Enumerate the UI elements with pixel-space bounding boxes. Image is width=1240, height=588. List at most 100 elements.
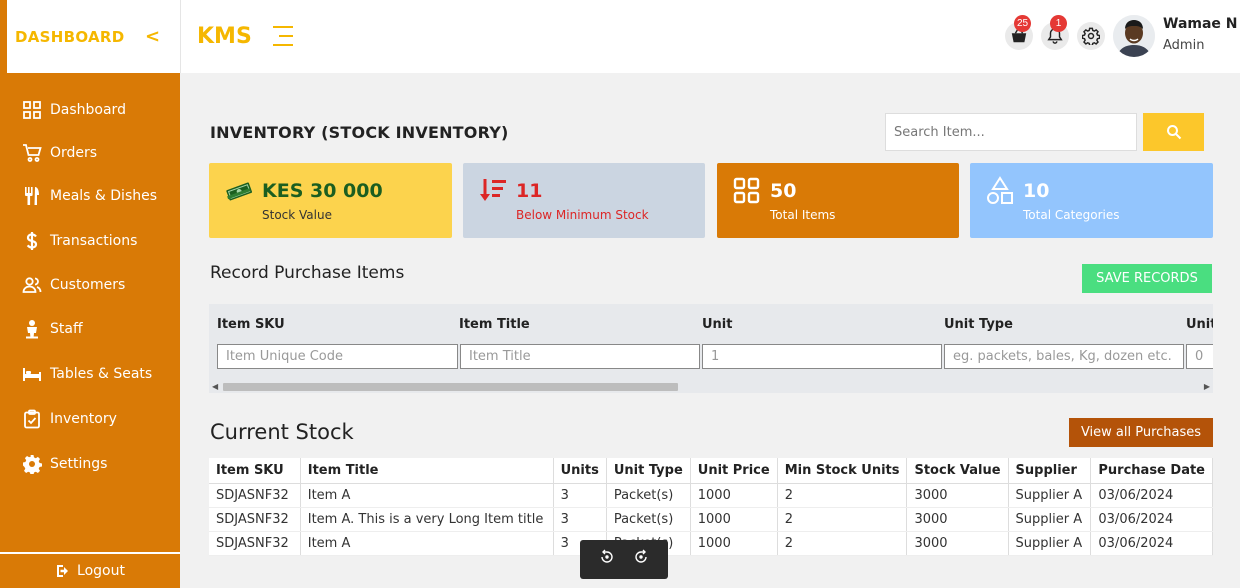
search-icon [1166, 125, 1181, 140]
horizontal-scrollbar[interactable]: ◀ ▶ [209, 380, 1213, 393]
table-header-row: Item SKU Item Title Units Unit Type Unit… [209, 458, 1213, 484]
unit-price-input[interactable] [1186, 344, 1213, 369]
record-purchase-title: Record Purchase Items [210, 263, 405, 283]
scrollbar-thumb[interactable] [223, 383, 678, 391]
search-button[interactable] [1143, 113, 1204, 151]
total-categories-value: 10 [1023, 180, 1050, 202]
cell-units: 3 [553, 507, 607, 532]
cell-sku: SDJASNF32 [209, 483, 301, 508]
users-icon [21, 274, 43, 296]
unit-type-input[interactable] [944, 344, 1184, 369]
grid-icon [733, 177, 760, 204]
below-min-stock-value: 11 [516, 180, 543, 202]
table-row[interactable]: SDJASNF32 Item A 3 Packet(s) 1000 2 3000… [209, 483, 1213, 508]
notifications-badge: 1 [1050, 15, 1067, 32]
user-role: Admin [1163, 38, 1205, 53]
shapes-icon [987, 176, 1013, 204]
column-header[interactable]: Item SKU [209, 458, 301, 484]
cell-unit-type: Packet(s) [606, 483, 691, 508]
cell-min-stock: 2 [777, 483, 908, 508]
sidebar-item-inventory[interactable]: Inventory [0, 404, 180, 434]
field-header-unit-price: Unit [1186, 317, 1213, 332]
dollar-icon [21, 230, 43, 252]
sidebar-item-orders[interactable]: Orders [0, 138, 180, 168]
total-items-card: 50 Total Items [717, 163, 959, 238]
scroll-left-icon[interactable]: ◀ [212, 382, 218, 391]
table-row[interactable]: SDJASNF32 Item A. This is a very Long It… [209, 507, 1213, 532]
sidebar-item-transactions[interactable]: Transactions [0, 226, 180, 256]
sidebar-item-staff[interactable]: Staff [0, 314, 180, 344]
column-header[interactable]: Min Stock Units [777, 458, 908, 484]
utensils-icon [21, 185, 43, 207]
sidebar-item-dashboard[interactable]: Dashboard [0, 95, 180, 125]
cell-unit-price: 1000 [690, 507, 778, 532]
search-input[interactable] [885, 113, 1137, 151]
rotate-left-button[interactable] [599, 549, 615, 570]
field-header-unit-type: Unit Type [944, 317, 1013, 332]
cell-stock-value: 3000 [906, 507, 1009, 532]
below-min-stock-card: 11 Below Minimum Stock [463, 163, 705, 238]
rotate-right-button[interactable] [633, 549, 649, 570]
cell-title: Item A. This is a very Long Item title [300, 507, 554, 532]
person-icon [21, 318, 43, 340]
item-title-input[interactable] [460, 344, 700, 369]
notifications-button[interactable]: 1 [1041, 15, 1069, 50]
field-header-unit: Unit [702, 317, 733, 332]
total-items-label: Total Items [770, 208, 836, 222]
sidebar-item-label: Transactions [50, 233, 138, 249]
purchase-form: Item SKU Item Title Unit Unit Type Unit … [209, 304, 1213, 393]
cell-purchase-date: 03/06/2024 [1090, 483, 1213, 508]
column-header[interactable]: Purchase Date [1090, 458, 1213, 484]
settings-button[interactable] [1077, 22, 1105, 50]
column-header[interactable]: Stock Value [906, 458, 1009, 484]
user-name: Wamae N [1163, 16, 1238, 32]
menu-toggle-icon[interactable] [273, 26, 293, 48]
cart-button[interactable]: 25 [1005, 15, 1033, 50]
cell-stock-value: 3000 [906, 531, 1009, 556]
clipboard-check-icon [21, 408, 43, 430]
sidebar-item-label: Tables & Seats [50, 366, 153, 382]
logout-label: Logout [77, 563, 125, 579]
cell-unit-type: Packet(s) [606, 507, 691, 532]
sidebar-item-customers[interactable]: Customers [0, 270, 180, 300]
cell-title: Item A [300, 483, 554, 508]
total-categories-card: 10 Total Categories [970, 163, 1213, 238]
cell-unit-price: 1000 [690, 483, 778, 508]
column-header[interactable]: Unit Price [690, 458, 778, 484]
rotate-right-icon [635, 549, 647, 563]
main-content: INVENTORY (STOCK INVENTORY) KES 30 000 S… [180, 73, 1240, 588]
cell-purchase-date: 03/06/2024 [1090, 531, 1213, 556]
column-header[interactable]: Units [553, 458, 607, 484]
scroll-right-icon[interactable]: ▶ [1204, 382, 1210, 391]
table-row[interactable]: SDJASNF32 Item A 3 Packet(s) 1000 2 3000… [209, 531, 1213, 556]
item-sku-input[interactable] [217, 344, 458, 369]
cart-icon [21, 142, 43, 164]
cell-sku: SDJASNF32 [209, 531, 301, 556]
cell-unit-price: 1000 [690, 531, 778, 556]
rotate-controls [580, 540, 668, 579]
column-header[interactable]: Item Title [300, 458, 554, 484]
current-stock-title: Current Stock [210, 420, 354, 444]
gear-icon [21, 453, 43, 475]
sidebar-item-tables[interactable]: Tables & Seats [0, 359, 180, 389]
collapse-sidebar-icon[interactable]: < [145, 26, 160, 47]
column-header[interactable]: Unit Type [606, 458, 691, 484]
stock-value: KES 30 000 [262, 180, 383, 202]
view-all-purchases-button[interactable]: View all Purchases [1069, 418, 1213, 447]
column-header[interactable]: Supplier [1008, 458, 1092, 484]
logout-button[interactable]: Logout [0, 552, 180, 588]
cell-stock-value: 3000 [906, 483, 1009, 508]
sidebar-item-settings[interactable]: Settings [0, 449, 180, 479]
unit-input[interactable] [702, 344, 942, 369]
cell-supplier: Supplier A [1008, 507, 1092, 532]
sidebar-item-label: Customers [50, 277, 126, 293]
brand-title: DASHBOARD [15, 27, 125, 46]
sidebar: DASHBOARD < Dashboard Orders Meals & Dis… [0, 0, 180, 588]
avatar[interactable] [1113, 15, 1155, 57]
money-icon [226, 182, 253, 201]
save-records-button[interactable]: SAVE RECORDS [1082, 264, 1212, 293]
sidebar-item-meals[interactable]: Meals & Dishes [0, 181, 180, 211]
sidebar-item-label: Staff [50, 321, 83, 337]
cell-supplier: Supplier A [1008, 483, 1092, 508]
sidebar-brand: DASHBOARD < [7, 0, 180, 73]
